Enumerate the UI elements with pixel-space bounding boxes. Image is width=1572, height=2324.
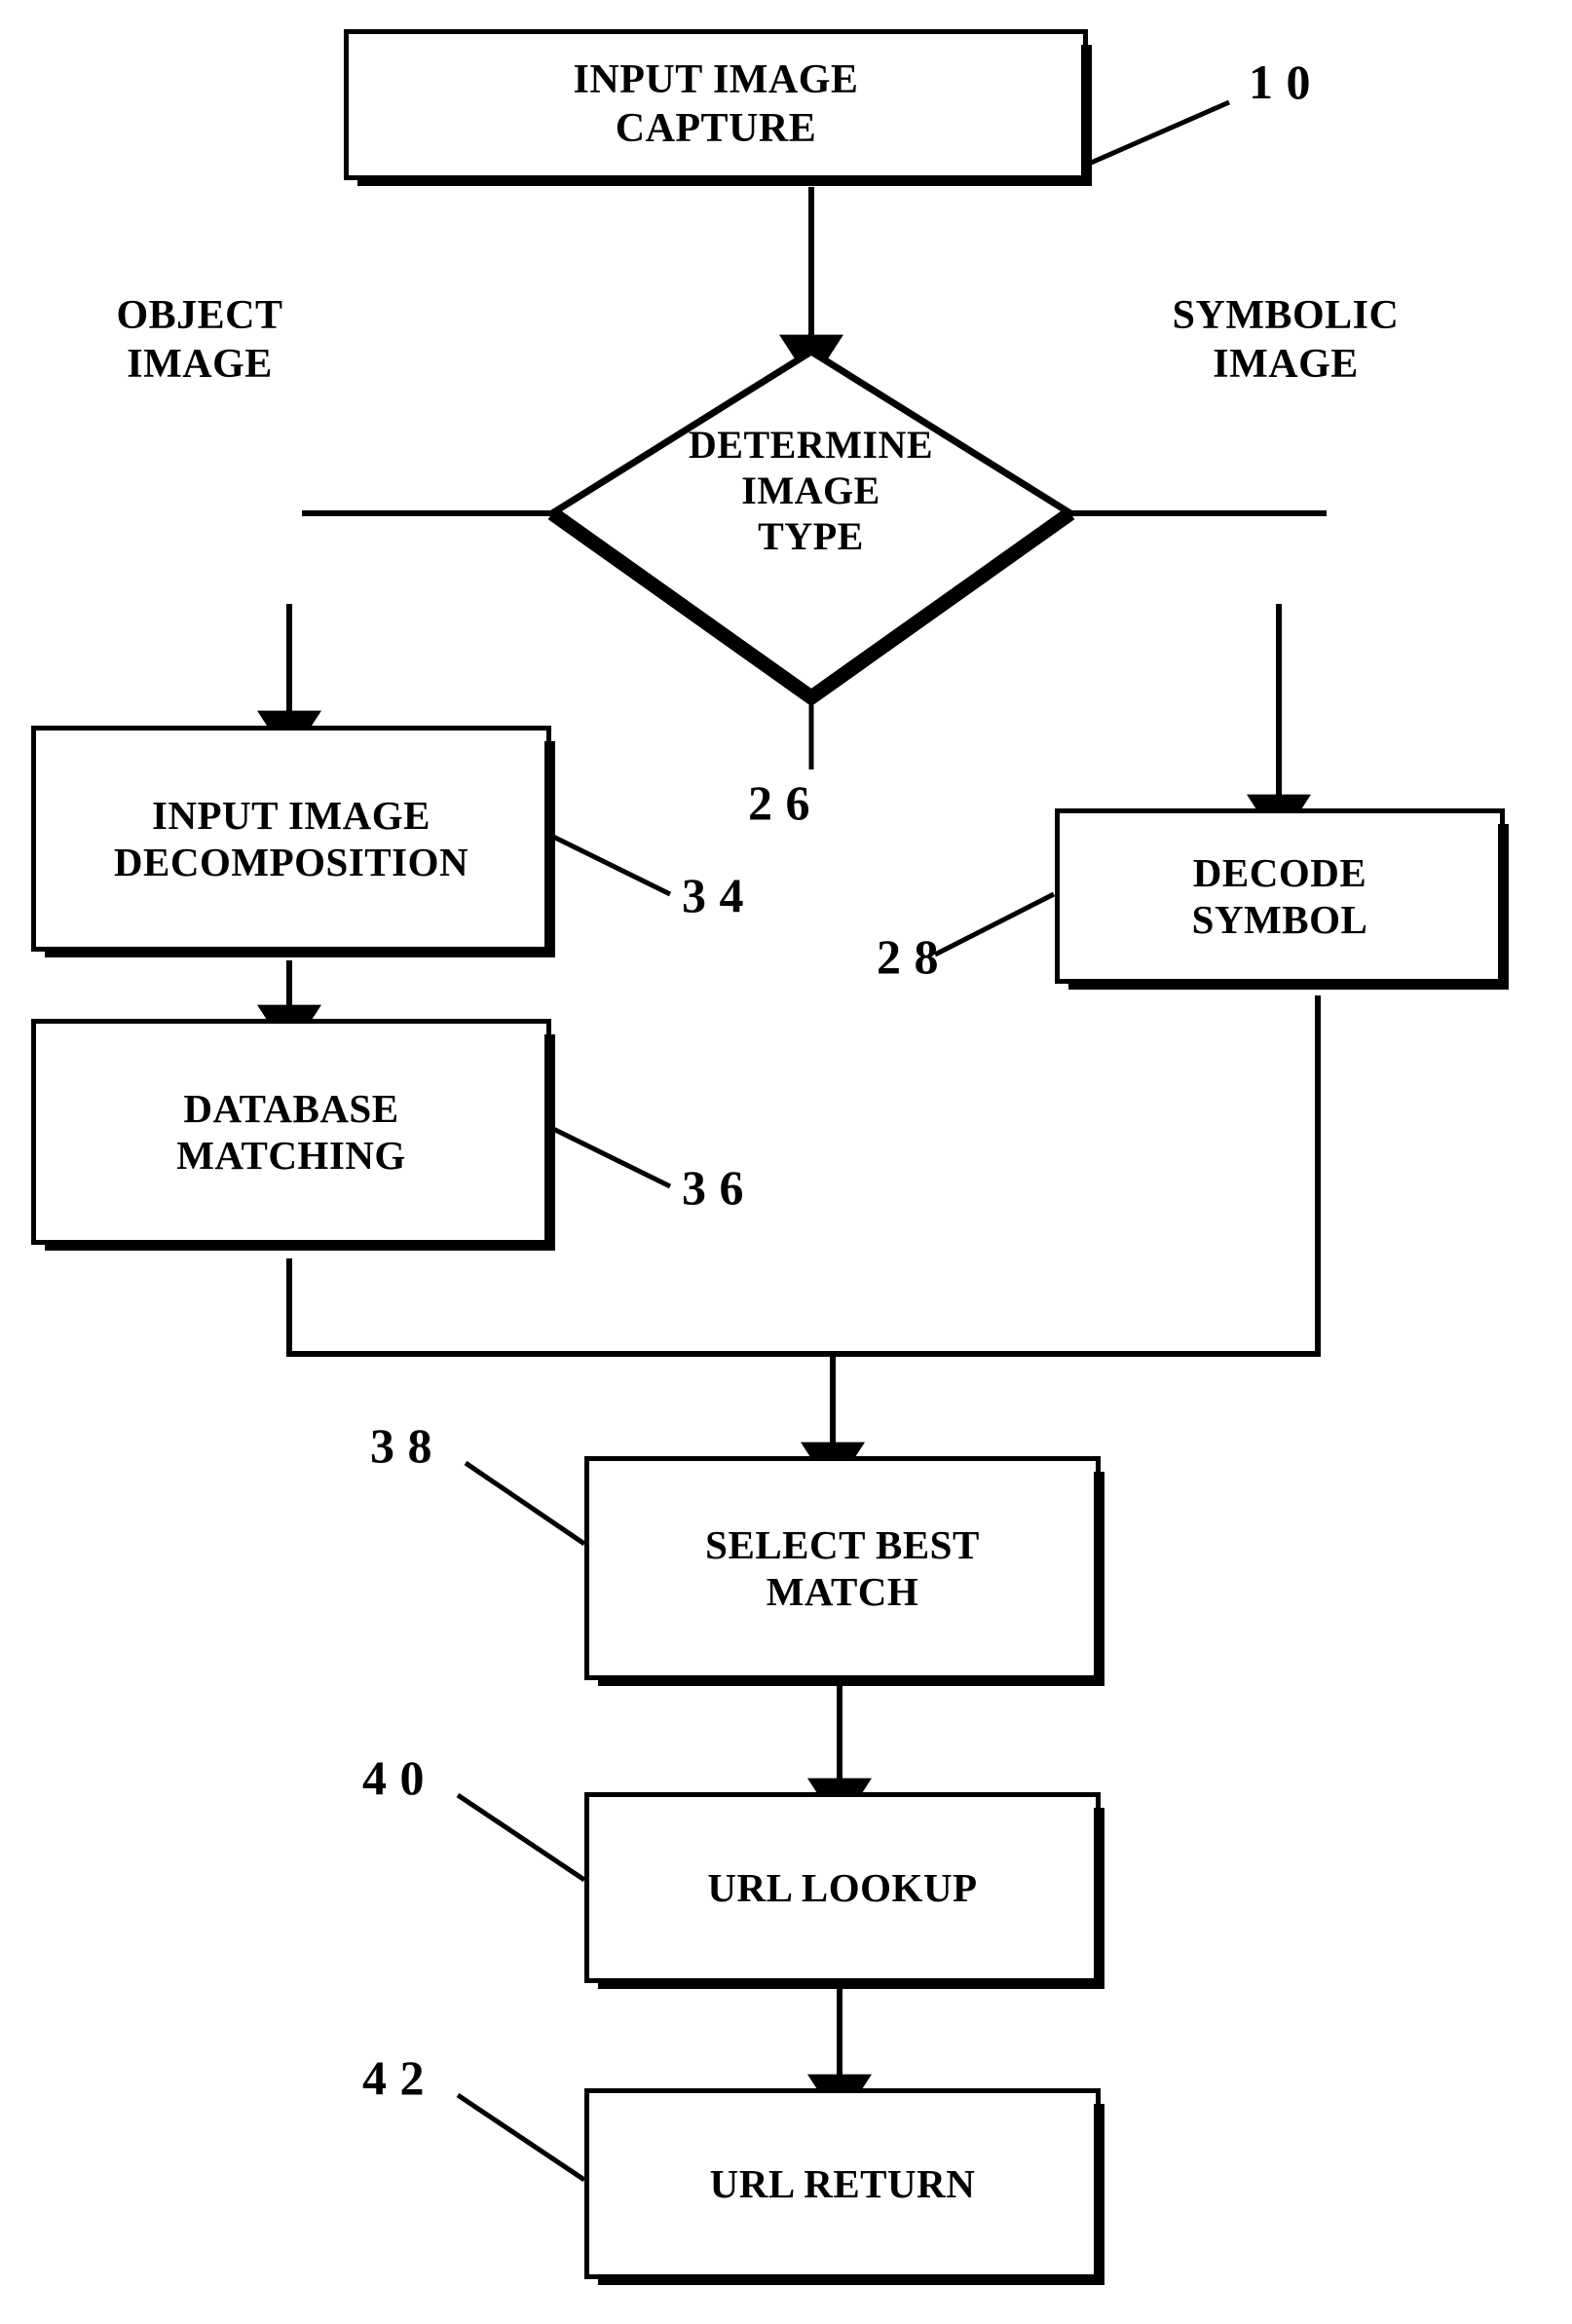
connector-database-merge bbox=[286, 1258, 833, 1357]
node-url-lookup[interactable]: URL LOOKUP bbox=[584, 1792, 1104, 1989]
node-input-image-decomposition[interactable]: INPUT IMAGE DECOMPOSITION bbox=[31, 726, 555, 957]
leader-line-28 bbox=[933, 891, 1056, 957]
branch-label-symbolic-image-line2: IMAGE bbox=[1213, 341, 1359, 387]
node-database-matching-line2: MATCHING bbox=[176, 1133, 406, 1178]
node-input-image-capture-line1: INPUT IMAGE bbox=[573, 56, 859, 102]
patent-flowchart-figure: INPUT IMAGE CAPTURE 1 0 DETERMINE IMAGE … bbox=[0, 0, 1572, 2324]
connector-decode-merge bbox=[833, 995, 1321, 1357]
node-input-image-decomposition-line2: DECOMPOSITION bbox=[113, 840, 469, 884]
node-select-best-match-line1: SELECT BEST bbox=[705, 1521, 980, 1567]
diamond-shape bbox=[545, 347, 1077, 707]
branch-label-symbolic-image-line1: SYMBOLIC bbox=[1172, 293, 1400, 338]
leader-line-10 bbox=[1087, 99, 1231, 167]
ref-numeral-26: 2 6 bbox=[748, 775, 810, 830]
node-input-image-decomposition-line1: INPUT IMAGE bbox=[151, 792, 431, 838]
node-url-lookup-line1: URL LOOKUP bbox=[707, 1864, 978, 1910]
node-database-matching-line1: DATABASE bbox=[183, 1085, 399, 1131]
node-input-image-capture[interactable]: INPUT IMAGE CAPTURE bbox=[344, 29, 1092, 186]
leader-line-34 bbox=[549, 833, 672, 897]
leader-line-36 bbox=[549, 1125, 672, 1189]
leader-line-40 bbox=[456, 1792, 586, 1883]
ref-numeral-42: 4 2 bbox=[362, 2050, 425, 2105]
leader-line-42 bbox=[456, 2092, 586, 2183]
ref-numeral-34: 3 4 bbox=[682, 868, 744, 922]
node-database-matching[interactable]: DATABASE MATCHING bbox=[31, 1019, 555, 1251]
leader-line-38 bbox=[464, 1460, 586, 1547]
node-decode-symbol[interactable]: DECODE SYMBOL bbox=[1055, 808, 1509, 990]
node-determine-image-type[interactable]: DETERMINE IMAGE TYPE bbox=[545, 346, 1077, 707]
ref-numeral-40: 4 0 bbox=[362, 1750, 425, 1805]
ref-numeral-38: 3 8 bbox=[370, 1418, 432, 1473]
branch-label-symbolic-image: SYMBOLIC IMAGE bbox=[1110, 292, 1461, 389]
node-url-return[interactable]: URL RETURN bbox=[584, 2088, 1104, 2285]
node-select-best-match-line2: MATCH bbox=[766, 1569, 919, 1614]
branch-label-object-image-line1: OBJECT bbox=[116, 293, 283, 338]
node-decode-symbol-line2: SYMBOL bbox=[1191, 897, 1368, 942]
branch-label-object-image: OBJECT IMAGE bbox=[58, 292, 341, 389]
node-decode-symbol-line1: DECODE bbox=[1192, 849, 1367, 895]
node-url-return-line1: URL RETURN bbox=[709, 2160, 976, 2206]
node-input-image-capture-line2: CAPTURE bbox=[615, 105, 817, 151]
branch-label-object-image-line2: IMAGE bbox=[127, 341, 273, 387]
ref-numeral-28: 2 8 bbox=[877, 929, 939, 984]
node-select-best-match[interactable]: SELECT BEST MATCH bbox=[584, 1456, 1104, 1686]
ref-numeral-36: 3 6 bbox=[682, 1160, 744, 1215]
ref-numeral-10: 1 0 bbox=[1249, 55, 1311, 109]
